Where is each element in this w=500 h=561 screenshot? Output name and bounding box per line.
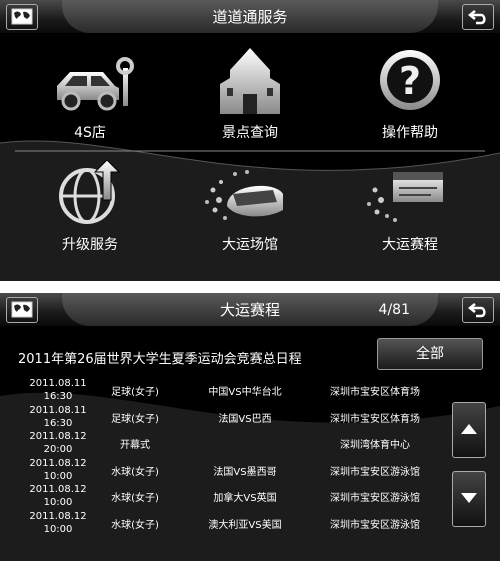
tile-label: 大运场馆 [222, 237, 278, 253]
schedule-row[interactable]: 2011.08.12 10:00 水球(女子) 加拿大VS英国 深圳市宝安区游泳馆 [0, 483, 440, 509]
event-time: 16:30 [43, 391, 73, 402]
event-venue: 深圳市宝安区体育场 [330, 387, 420, 398]
event-datetime: 2011.08.12 20:00 [26, 430, 90, 456]
schedule-icon [367, 172, 443, 222]
map-icon [11, 301, 33, 318]
tile-4s-store[interactable]: 4S店 [15, 48, 165, 142]
event-date: 2011.08.12 [29, 484, 87, 495]
event-date: 2011.08.12 [29, 457, 87, 469]
event-venue: 深圳市宝安区体育场 [330, 413, 420, 425]
event-time: 10:00 [43, 497, 73, 508]
event-date: 2011.08.12 [29, 431, 87, 442]
castle-icon [220, 48, 280, 114]
event-datetime: 2011.08.11 16:30 [26, 404, 90, 430]
schedule-row[interactable]: 2011.08.12 10:00 水球(女子) 法国VS墨西哥 深圳市宝安区游泳馆 [0, 457, 440, 483]
car-wrench-icon [57, 57, 134, 111]
event-datetime: 2011.08.12 10:00 [26, 457, 90, 483]
tile-label: 大运赛程 [382, 237, 438, 253]
scroll-down-button[interactable] [452, 471, 486, 527]
event-venue: 深圳湾体育中心 [340, 440, 410, 451]
event-sport: 足球(女子) [111, 387, 159, 398]
event-date: 2011.08.11 [29, 404, 87, 416]
tile-upgrade-service[interactable]: 升级服务 [15, 159, 165, 254]
triangle-up-icon [461, 424, 477, 434]
event-venue: 深圳市宝安区游泳馆 [330, 493, 420, 504]
tile-universiade-venues[interactable]: 大运场馆 [175, 160, 325, 254]
back-button[interactable] [462, 4, 494, 30]
tile-attraction-search[interactable]: 景点查询 [175, 48, 325, 142]
event-datetime: 2011.08.12 10:00 [26, 483, 90, 509]
schedule-row[interactable]: 2011.08.12 10:00 水球(女子) 澳大利亚VS美国 深圳市宝安区游泳馆 [0, 510, 440, 536]
event-venue: 深圳市宝安区游泳馆 [330, 519, 420, 531]
schedule-row[interactable]: 2011.08.11 16:30 足球(女子) 中国VS中华台北 深圳市宝安区体育场 [0, 377, 440, 403]
event-time: 10:00 [43, 470, 73, 482]
question-icon: ? [380, 50, 440, 110]
event-time: 16:30 [43, 417, 73, 429]
event-sport: 开幕式 [120, 440, 150, 451]
stadium-icon [205, 170, 283, 220]
map-button[interactable] [6, 297, 38, 323]
event-sport: 水球(女子) [111, 466, 159, 478]
event-sport: 水球(女子) [111, 493, 159, 504]
tile-label: 景点查询 [222, 125, 278, 141]
event-sport: 足球(女子) [111, 413, 159, 425]
schedule-screen: 大运赛程 4/81 2011年第26届世界大学生夏季运动会竞赛总日程 全部 20… [0, 293, 500, 561]
header-bar: 大运赛程 4/81 [0, 293, 500, 326]
back-arrow-icon [467, 10, 486, 25]
event-sport: 水球(女子) [111, 519, 159, 531]
event-datetime: 2011.08.11 16:30 [26, 377, 90, 403]
map-button[interactable] [6, 4, 38, 30]
tile-label: 4S店 [74, 125, 106, 141]
triangle-down-icon [461, 493, 477, 503]
page-indicator: 4/81 [378, 302, 410, 318]
globe-upgrade-icon [59, 159, 121, 224]
tile-operation-help[interactable]: ? 操作帮助 [335, 48, 485, 142]
page-title: 道道通服务 [212, 8, 288, 26]
event-time: 10:00 [43, 523, 73, 535]
event-match: 中国VS中华台北 [208, 387, 282, 398]
tile-label: 操作帮助 [382, 125, 438, 141]
event-match: 澳大利亚VS美国 [208, 519, 282, 531]
map-icon [11, 8, 33, 25]
back-button[interactable] [462, 297, 494, 323]
event-date: 2011.08.11 [29, 378, 87, 389]
schedule-row[interactable]: 2011.08.12 20:00 开幕式 深圳湾体育中心 [0, 430, 440, 456]
scroll-up-button[interactable] [452, 402, 486, 458]
event-datetime: 2011.08.12 10:00 [26, 510, 90, 536]
event-time: 20:00 [43, 444, 73, 455]
event-date: 2011.08.12 [29, 510, 87, 522]
back-arrow-icon [467, 303, 486, 318]
all-filter-button[interactable]: 全部 [377, 338, 483, 370]
header-bar: 道道通服务 [0, 0, 500, 33]
event-match: 法国VS墨西哥 [213, 466, 277, 478]
schedule-row[interactable]: 2011.08.11 16:30 足球(女子) 法国VS巴西 深圳市宝安区体育场 [0, 404, 440, 430]
event-match: 法国VS巴西 [218, 413, 272, 425]
schedule-title: 2011年第26届世界大学生夏季运动会竞赛总日程 [18, 352, 302, 367]
service-menu-screen: 道道通服务 4S店 景点查询 ? 操作帮助 升级服务 大运场馆 大运赛程 [0, 0, 500, 281]
tile-universiade-schedule[interactable]: 大运赛程 [335, 160, 485, 254]
page-title: 大运赛程 [219, 301, 280, 319]
tile-label: 升级服务 [62, 237, 118, 253]
event-match: 加拿大VS英国 [213, 493, 277, 504]
event-venue: 深圳市宝安区游泳馆 [330, 466, 420, 478]
svg-text:?: ? [399, 59, 421, 103]
